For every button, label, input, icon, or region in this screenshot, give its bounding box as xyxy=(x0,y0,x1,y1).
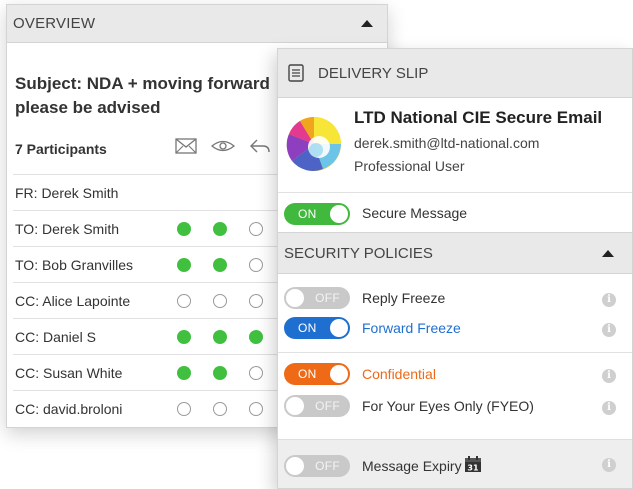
secure-message-toggle[interactable]: ON xyxy=(284,203,350,225)
toggle-knob xyxy=(330,319,348,337)
sender-role: Professional User xyxy=(354,158,465,174)
delivered-status-dot xyxy=(177,222,191,236)
confidential-toggle[interactable]: ON xyxy=(284,363,350,385)
forward-freeze-label: Forward Freeze xyxy=(362,320,461,336)
toggle-state-label: ON xyxy=(298,367,317,381)
fyeo-label: For Your Eyes Only (FYEO) xyxy=(362,398,534,414)
email-subject: Subject: NDA + moving forward please be … xyxy=(15,74,270,117)
secure-message-label: Secure Message xyxy=(362,205,468,221)
info-icon[interactable]: i xyxy=(602,401,616,415)
status-column-icons xyxy=(171,137,276,159)
fyeo-toggle[interactable]: OFF xyxy=(284,395,350,417)
message-expiry-toggle[interactable]: OFF xyxy=(284,455,350,477)
participant-name: FR: Derek Smith xyxy=(15,185,119,201)
info-icon[interactable]: i xyxy=(602,369,616,383)
envelope-icon xyxy=(175,137,199,157)
toggle-state-label: OFF xyxy=(315,291,340,305)
security-policies-title: SECURITY POLICIES xyxy=(284,244,433,262)
forward-freeze-toggle[interactable]: ON xyxy=(284,317,350,339)
participant-name: TO: Derek Smith xyxy=(15,221,119,237)
delivery-slip-panel: DELIVERY SLIP LTD National CIE Secure Em… xyxy=(277,48,633,489)
reply-freeze-toggle[interactable]: OFF xyxy=(284,287,350,309)
document-icon xyxy=(288,64,304,82)
sender-card: LTD National CIE Secure Email derek.smit… xyxy=(278,98,632,194)
read-status-dot xyxy=(213,330,227,344)
replied-status-dot xyxy=(249,294,263,308)
toggle-state-label: OFF xyxy=(315,459,340,473)
participant-row[interactable]: TO: Derek Smith xyxy=(13,210,283,246)
participants-count: 7 Participants xyxy=(15,141,107,157)
security-policies-header[interactable]: SECURITY POLICIES xyxy=(278,232,632,274)
company-logo xyxy=(286,117,341,171)
toggle-state-label: OFF xyxy=(315,399,340,413)
replied-status-dot xyxy=(249,330,263,344)
participant-name: CC: david.broloni xyxy=(15,401,123,417)
participant-row[interactable]: FR: Derek Smith xyxy=(13,174,283,210)
replied-status-dot xyxy=(249,258,263,272)
delivered-status-dot xyxy=(177,330,191,344)
info-icon[interactable]: i xyxy=(602,323,616,337)
calendar-icon[interactable]: 31 xyxy=(464,455,482,473)
toggle-knob xyxy=(330,365,348,383)
sender-email[interactable]: derek.smith@ltd-national.com xyxy=(354,135,539,151)
replied-status-dot xyxy=(249,222,263,236)
toggle-knob xyxy=(330,205,348,223)
participant-row[interactable]: CC: Daniel S xyxy=(13,318,283,354)
eye-icon xyxy=(210,137,236,157)
toggle-state-label: ON xyxy=(298,207,317,221)
collapse-caret-icon[interactable] xyxy=(602,249,614,257)
collapse-caret-icon[interactable] xyxy=(361,20,373,27)
participant-row[interactable]: TO: Bob Granvilles xyxy=(13,246,283,282)
calendar-day: 31 xyxy=(467,464,479,473)
message-expiry-row: OFF Message Expiry 31 i xyxy=(278,439,632,488)
participant-row[interactable]: CC: Alice Lapointe xyxy=(13,282,283,318)
delivery-slip-header: DELIVERY SLIP xyxy=(278,49,632,98)
participant-name: CC: Susan White xyxy=(15,365,123,381)
read-status-dot xyxy=(213,258,227,272)
read-status-dot xyxy=(213,366,227,380)
replied-status-dot xyxy=(249,402,263,416)
replied-status-dot xyxy=(249,366,263,380)
info-icon[interactable]: i xyxy=(602,458,616,472)
sender-name: LTD National CIE Secure Email xyxy=(354,108,603,127)
reply-freeze-label: Reply Freeze xyxy=(362,290,446,306)
delivery-slip-title: DELIVERY SLIP xyxy=(318,64,429,82)
delivered-status-dot xyxy=(177,258,191,272)
toggle-knob xyxy=(286,289,304,307)
toggle-knob xyxy=(286,397,304,415)
divider xyxy=(278,352,632,353)
delivered-status-dot xyxy=(177,366,191,380)
toggle-knob xyxy=(286,457,304,475)
participant-row[interactable]: CC: Susan White xyxy=(13,354,283,390)
participant-name: CC: Daniel S xyxy=(15,329,96,345)
read-status-dot xyxy=(213,294,227,308)
participant-row[interactable]: CC: david.broloni xyxy=(13,390,283,426)
secure-message-row: ON Secure Message xyxy=(278,192,632,232)
overview-header[interactable]: OVERVIEW xyxy=(7,5,387,43)
message-expiry-label: Message Expiry xyxy=(362,458,462,474)
read-status-dot xyxy=(213,402,227,416)
confidential-label: Confidential xyxy=(362,366,436,382)
toggle-state-label: ON xyxy=(298,321,317,335)
reply-icon xyxy=(249,137,273,157)
overview-title: OVERVIEW xyxy=(13,15,96,32)
delivered-status-dot xyxy=(177,402,191,416)
delivered-status-dot xyxy=(177,294,191,308)
info-icon[interactable]: i xyxy=(602,293,616,307)
read-status-dot xyxy=(213,222,227,236)
participant-name: TO: Bob Granvilles xyxy=(15,257,134,273)
participant-name: CC: Alice Lapointe xyxy=(15,293,131,309)
